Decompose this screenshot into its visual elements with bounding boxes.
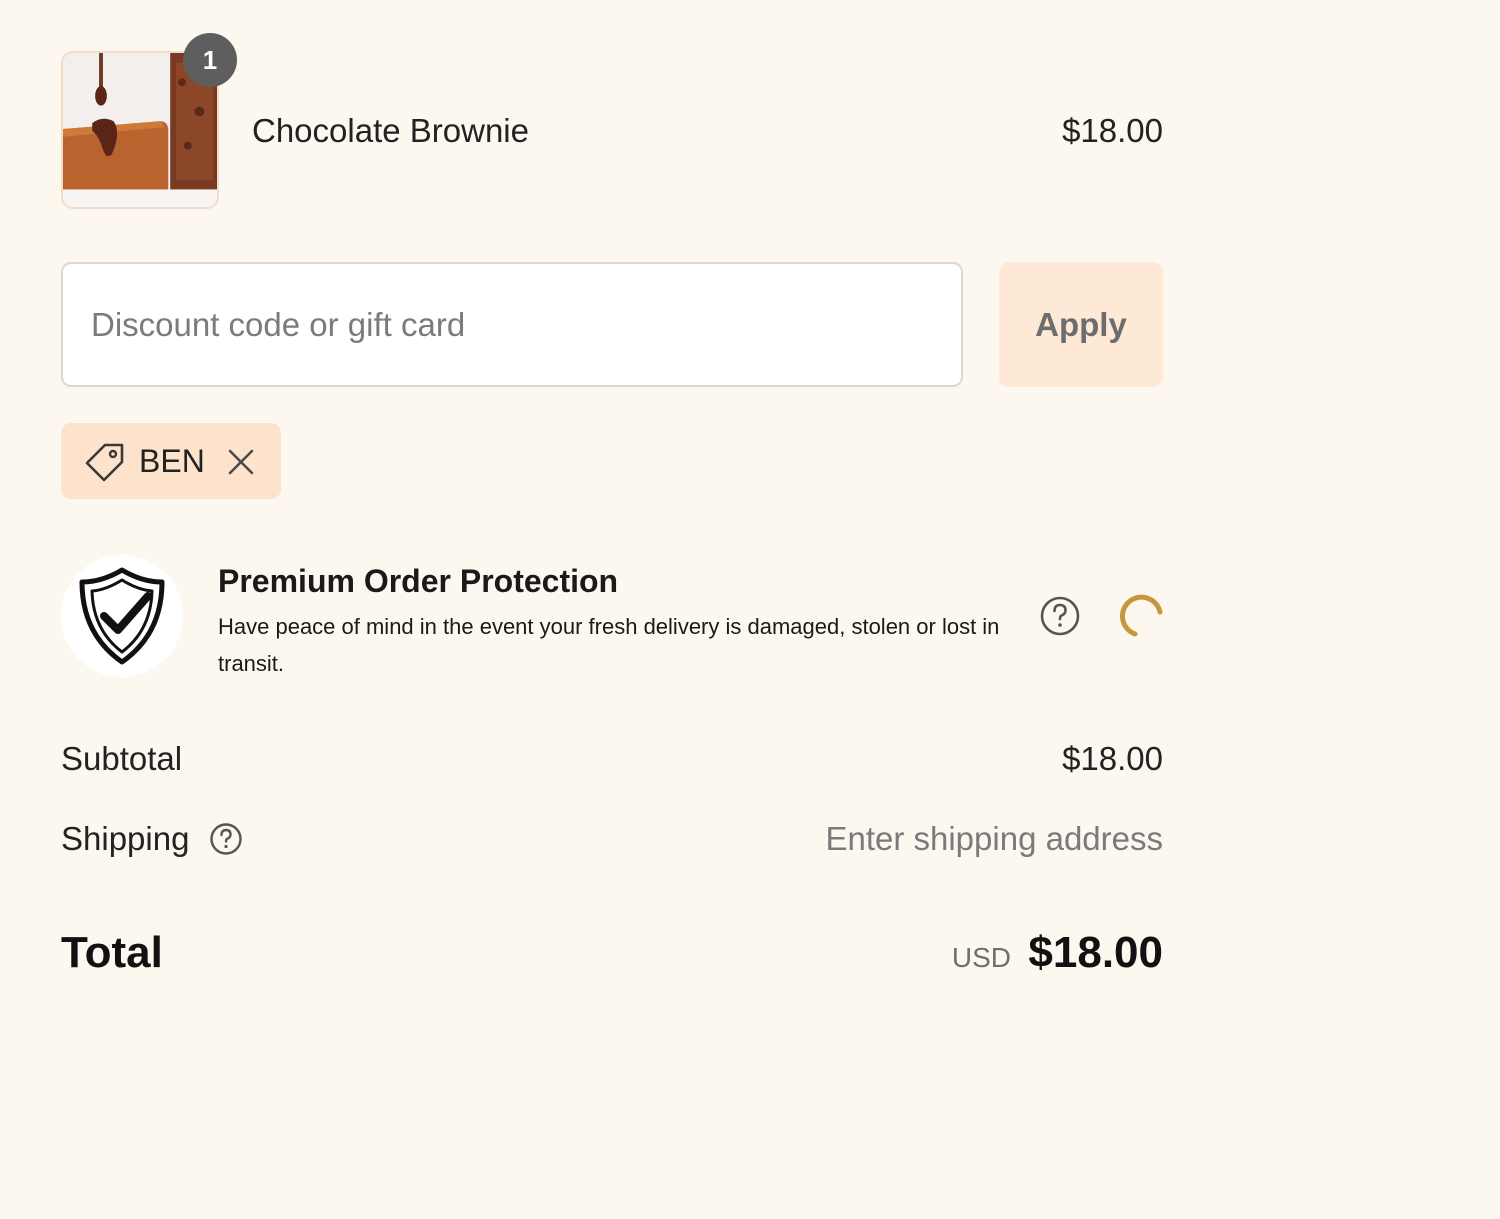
shipping-label: Shipping (61, 820, 190, 857)
protection-description: Have peace of mind in the event your fre… (218, 614, 1000, 676)
total-amount: $18.00 (1028, 928, 1163, 977)
question-icon[interactable] (209, 822, 243, 856)
question-icon[interactable] (1039, 595, 1081, 637)
spinner-icon (1120, 594, 1163, 637)
subtotal-row: Subtotal $18.00 (61, 740, 1163, 780)
applied-discount-tag: BEN (61, 423, 281, 499)
order-protection: Premium Order Protection Have peace of m… (61, 555, 1163, 680)
subtotal-label: Subtotal (61, 740, 183, 777)
total-row: Total USD $18.00 (61, 928, 1163, 980)
apply-discount-button[interactable]: Apply (999, 262, 1163, 387)
shield-badge (61, 555, 183, 677)
shield-check-icon (79, 567, 165, 665)
total-currency: USD (951, 942, 1011, 973)
product-price: $18.00 (1062, 112, 1163, 149)
discount-row: Apply (61, 262, 1163, 387)
line-item: 1 Chocolate Brownie $18.00 (61, 33, 1163, 209)
product-name: Chocolate Brownie (252, 112, 529, 149)
product-thumbnail-wrapper: 1 (61, 33, 237, 209)
protection-title: Premium Order Protection (218, 563, 619, 599)
discount-code-label: BEN (139, 443, 205, 479)
discount-code-input[interactable] (61, 262, 963, 387)
subtotal-value: $18.00 (1062, 740, 1163, 777)
shipping-row: Shipping Enter shipping address (61, 820, 1163, 860)
close-icon[interactable] (227, 448, 255, 476)
quantity-badge: 1 (183, 33, 237, 87)
order-summary: 1 Chocolate Brownie $18.00 Apply BEN Pre… (61, 0, 1163, 1219)
tag-icon (85, 443, 124, 482)
total-label: Total (61, 928, 163, 977)
shipping-value: Enter shipping address (825, 820, 1163, 857)
